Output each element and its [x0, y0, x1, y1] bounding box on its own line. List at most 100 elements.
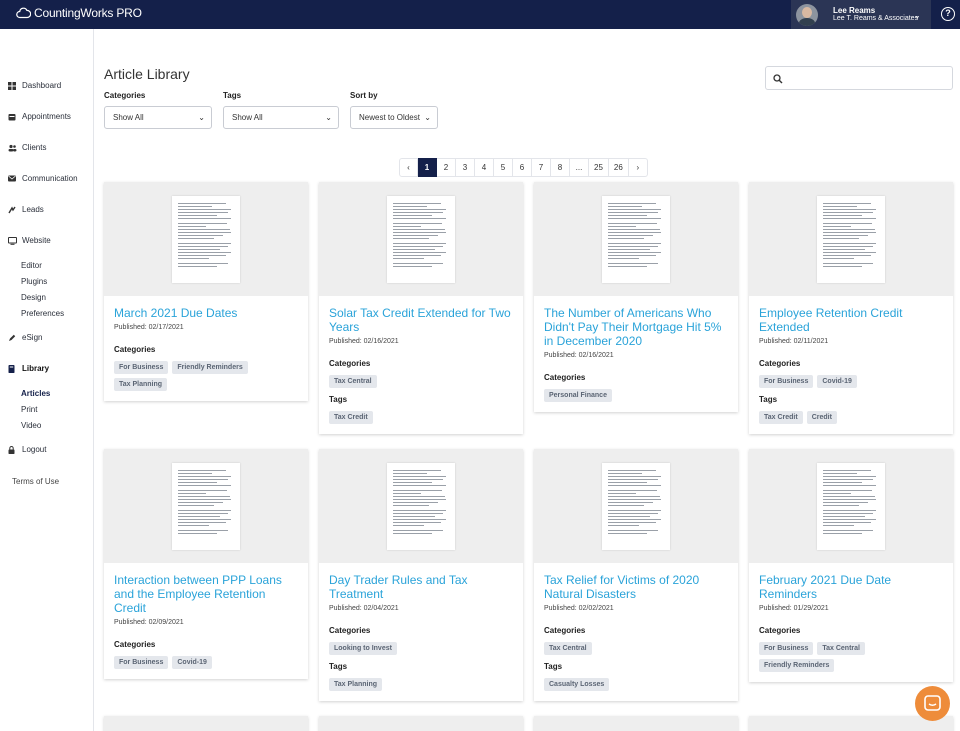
page-button-3[interactable]: 3	[456, 158, 475, 177]
article-card[interactable]: Solar Tax Credit Extended for Two Years P…	[319, 182, 523, 434]
top-navbar: CountingWorks PRO Lee Reams Lee T. Reams…	[0, 0, 960, 29]
article-published-date: Published: 02/17/2021	[114, 324, 184, 331]
article-thumbnail[interactable]	[387, 196, 455, 283]
article-thumbnail-area	[534, 449, 738, 563]
page-button-1[interactable]: 1	[418, 158, 437, 177]
article-thumbnail-area	[534, 182, 738, 296]
category-badge[interactable]: Tax Planning	[114, 378, 168, 391]
tag-badge[interactable]: Tax Credit	[759, 411, 803, 424]
article-thumbnail[interactable]	[602, 196, 670, 283]
category-badge[interactable]: For Business	[759, 642, 814, 655]
article-card[interactable]: Interaction between PPP Loans and the Em…	[104, 449, 308, 679]
page-button-26[interactable]: 26	[608, 158, 629, 177]
page-button-7[interactable]: 7	[532, 158, 551, 177]
page-button-4[interactable]: 4	[475, 158, 494, 177]
categories-select-value: Show All	[113, 113, 144, 122]
sidebar-item-library[interactable]: Library	[8, 364, 49, 373]
sidebar-item-esign[interactable]: eSign	[8, 333, 42, 342]
article-card[interactable]: March 2021 Due Dates Published: 02/17/202…	[104, 182, 308, 401]
article-card[interactable]: Employee Retention Credit Extended Publis…	[749, 182, 953, 434]
sidebar-subitem-print[interactable]: Print	[21, 405, 37, 414]
article-title-link[interactable]: The Number of Americans Who Didn't Pay T…	[544, 306, 728, 348]
sidebar-subitem-plugins[interactable]: Plugins	[21, 277, 47, 286]
sidebar-subitem-articles[interactable]: Articles	[21, 389, 50, 398]
sidebar-item-clients[interactable]: Clients	[8, 143, 46, 152]
article-thumbnail[interactable]	[817, 463, 885, 550]
page-prev-button[interactable]: ‹	[399, 158, 418, 177]
article-card[interactable]: The Number of Americans Who Didn't Pay T…	[534, 182, 738, 412]
categories-label: Categories	[759, 359, 801, 368]
category-badge[interactable]: For Business	[759, 375, 814, 388]
terms-of-use-link[interactable]: Terms of Use	[12, 477, 59, 486]
article-card[interactable]	[319, 716, 523, 731]
article-title-link[interactable]: Tax Relief for Victims of 2020 Natural D…	[544, 573, 728, 601]
article-card[interactable]	[534, 716, 738, 731]
page-button-25[interactable]: 25	[589, 158, 609, 177]
sidebar-item-dashboard[interactable]: Dashboard	[8, 81, 61, 90]
category-badge[interactable]: Covid-19	[172, 656, 212, 669]
sidebar-item-website[interactable]: Website	[8, 236, 51, 245]
article-title-link[interactable]: March 2021 Due Dates	[114, 306, 298, 320]
category-badge[interactable]: Covid-19	[817, 375, 857, 388]
chevron-down-icon: ⌄	[424, 113, 431, 122]
sidebar-item-logout[interactable]: Logout	[8, 445, 46, 454]
article-card[interactable]: February 2021 Due Date Reminders Publishe…	[749, 449, 953, 682]
article-title-link[interactable]: Day Trader Rules and Tax Treatment	[329, 573, 513, 601]
sidebar-subitem-design[interactable]: Design	[21, 293, 46, 302]
sidebar-subitem-editor[interactable]: Editor	[21, 261, 42, 270]
article-thumbnail[interactable]	[172, 463, 240, 550]
sidebar-item-label: Library	[22, 364, 50, 373]
sidebar-item-leads[interactable]: Leads	[8, 205, 44, 214]
chat-launcher-button[interactable]	[915, 686, 950, 721]
sidebar-item-label: Clients	[22, 143, 47, 152]
sidebar-item-communication[interactable]: Communication	[8, 174, 78, 183]
article-thumbnail[interactable]	[817, 196, 885, 283]
category-badge[interactable]: Friendly Reminders	[759, 659, 835, 672]
user-menu[interactable]: Lee Reams Lee T. Reams & Associates	[791, 0, 931, 29]
sort-select[interactable]: Newest to Oldest ⌄	[350, 106, 438, 129]
article-title-link[interactable]: Solar Tax Credit Extended for Two Years	[329, 306, 513, 334]
tags-select[interactable]: Show All ⌄	[223, 106, 339, 129]
user-firm: Lee T. Reams & Associates	[833, 14, 919, 22]
page-button-5[interactable]: 5	[494, 158, 513, 177]
article-thumbnail[interactable]	[602, 463, 670, 550]
article-card[interactable]: Day Trader Rules and Tax Treatment Publis…	[319, 449, 523, 701]
article-card[interactable]	[104, 716, 308, 731]
article-thumbnail[interactable]	[172, 196, 240, 283]
sidebar-subitem-video[interactable]: Video	[21, 421, 41, 430]
sidebar-subitem-preferences[interactable]: Preferences	[21, 309, 64, 318]
article-thumbnail-area	[319, 716, 523, 731]
tag-badge[interactable]: Casualty Losses	[544, 678, 610, 691]
sidebar-item-appointments[interactable]: Appointments	[8, 112, 71, 121]
tag-badge[interactable]: Tax Planning	[329, 678, 383, 691]
chevron-down-icon[interactable]: ⌄	[914, 11, 921, 20]
categories-label: Categories	[329, 359, 371, 368]
category-badge[interactable]: Looking to Invest	[329, 642, 397, 655]
category-badge[interactable]: Tax Central	[544, 642, 592, 655]
sidebar-item-label: Appointments	[22, 112, 71, 121]
category-badge[interactable]: Tax Central	[817, 642, 865, 655]
help-icon[interactable]: ?	[941, 7, 955, 21]
category-badge[interactable]: Friendly Reminders	[172, 361, 248, 374]
page-button-2[interactable]: 2	[437, 158, 456, 177]
tag-badge[interactable]: Tax Credit	[329, 411, 373, 424]
category-badge[interactable]: For Business	[114, 361, 169, 374]
article-thumbnail[interactable]	[387, 463, 455, 550]
category-badge[interactable]: Personal Finance	[544, 389, 612, 402]
page-ellipsis: ...	[570, 158, 589, 177]
tag-badge[interactable]: Credit	[806, 411, 837, 424]
category-badge[interactable]: For Business	[114, 656, 169, 669]
category-badge[interactable]: Tax Central	[329, 375, 377, 388]
article-title-link[interactable]: Interaction between PPP Loans and the Em…	[114, 573, 298, 615]
article-card[interactable]: Tax Relief for Victims of 2020 Natural D…	[534, 449, 738, 701]
search-input[interactable]	[765, 66, 953, 90]
page-next-button[interactable]: ›	[628, 158, 648, 177]
chat-icon	[924, 695, 941, 711]
categories-select[interactable]: Show All ⌄	[104, 106, 212, 129]
page-button-8[interactable]: 8	[551, 158, 570, 177]
page-button-6[interactable]: 6	[513, 158, 532, 177]
article-title-link[interactable]: February 2021 Due Date Reminders	[759, 573, 943, 601]
app-logo[interactable]: CountingWorks PRO	[16, 6, 142, 20]
sidebar-item-label: Logout	[22, 445, 47, 454]
article-title-link[interactable]: Employee Retention Credit Extended	[759, 306, 943, 334]
